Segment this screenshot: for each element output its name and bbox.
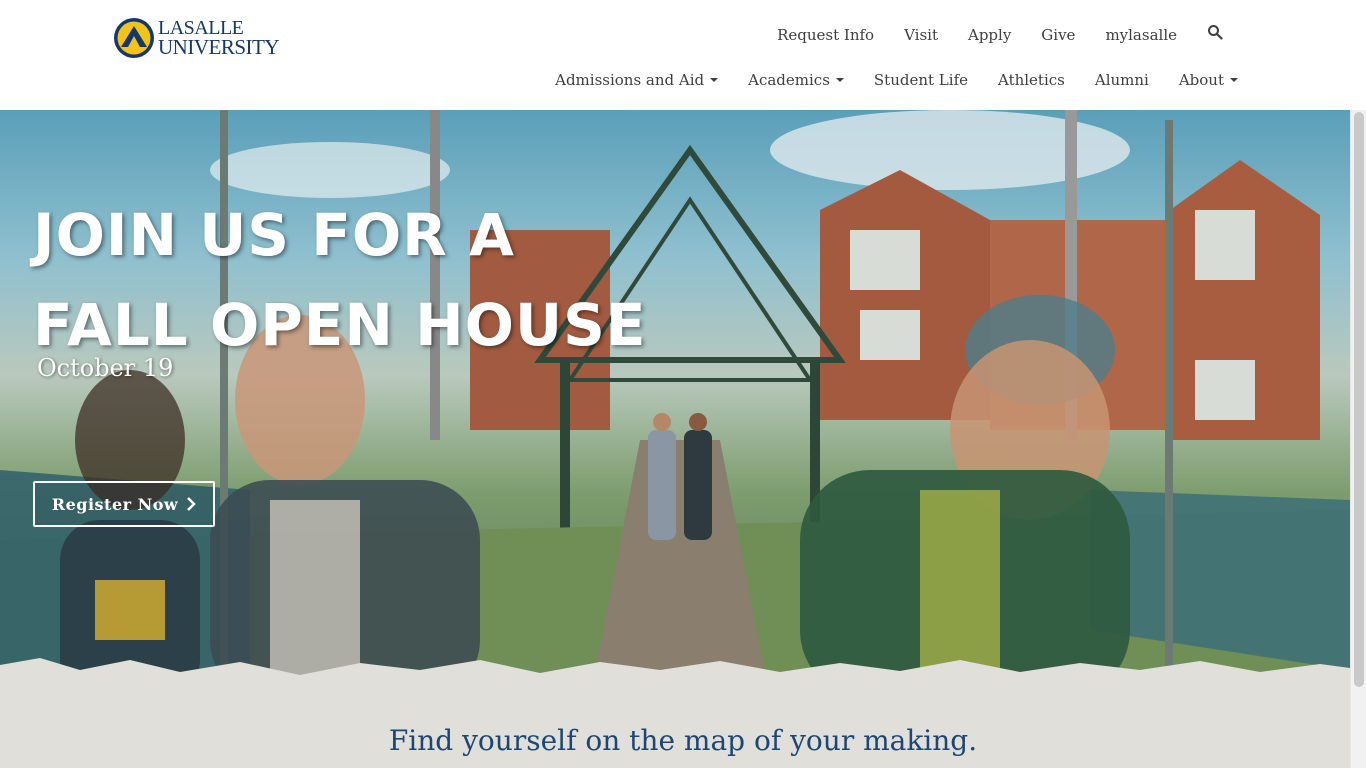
nav-student-life[interactable]: Student Life [874,71,968,89]
utility-nav: Request Info Visit Apply Give mylasalle [777,25,1223,45]
util-link-mylasalle[interactable]: mylasalle [1105,26,1177,44]
logo-text-bottom: UNIVERSITY [158,35,280,59]
nav-about-label: About [1178,71,1224,89]
chevron-right-icon [187,497,196,511]
hero-banner: JOIN US FOR A FALL OPEN HOUSE October 19… [0,110,1350,700]
nav-alumni[interactable]: Alumni [1095,71,1149,89]
lasalle-shield-icon [114,18,154,58]
main-nav: Admissions and Aid Academics Student Lif… [555,70,1238,90]
nav-admissions-label: Admissions and Aid [555,71,705,89]
hero-headline: JOIN US FOR A FALL OPEN HOUSE [33,190,646,370]
hero-event-date: October 19 [37,354,174,382]
util-link-request-info[interactable]: Request Info [777,26,874,44]
logo-wordmark: LASALLE UNIVERSITY [158,18,280,59]
site-header: LASALLE UNIVERSITY Request Info Visit Ap… [0,0,1366,110]
nav-academics-label: Academics [748,71,830,89]
util-link-give[interactable]: Give [1041,26,1075,44]
util-link-visit[interactable]: Visit [904,26,938,44]
nav-admissions-and-aid[interactable]: Admissions and Aid [555,71,719,89]
caret-down-icon [835,78,844,82]
nav-athletics-label: Athletics [998,71,1065,89]
search-icon[interactable] [1207,24,1223,40]
hero-headline-line1: JOIN US FOR A [33,201,515,269]
nav-student-life-label: Student Life [873,71,968,89]
nav-about[interactable]: About [1179,71,1238,89]
scrollbar-thumb[interactable] [1354,112,1364,687]
register-now-label: Register Now [51,494,179,514]
page-scrollbar[interactable] [1350,110,1366,768]
nav-athletics[interactable]: Athletics [998,71,1065,89]
util-link-apply[interactable]: Apply [968,26,1011,44]
nav-academics[interactable]: Academics [748,71,844,89]
nav-alumni-label: Alumni [1094,71,1149,89]
register-now-button[interactable]: Register Now [33,481,215,527]
intro-tagline: Find yourself on the map of your making. [388,724,978,757]
caret-down-icon [710,78,719,82]
caret-down-icon [1230,78,1238,82]
university-logo[interactable]: LASALLE UNIVERSITY [112,14,287,62]
